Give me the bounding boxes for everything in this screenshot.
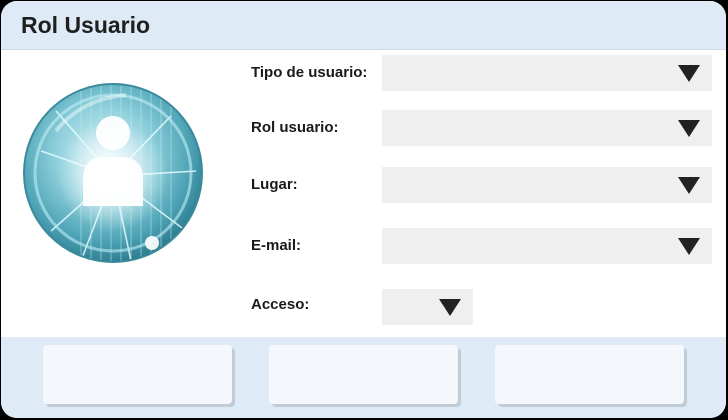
chevron-down-icon [439, 299, 461, 316]
title-bar: Rol Usuario [1, 1, 726, 50]
chevron-down-icon [678, 65, 700, 82]
footer-button-3[interactable] [495, 345, 684, 404]
footer-bar [1, 337, 726, 418]
chevron-down-icon [678, 238, 700, 255]
email-label: E-mail: [251, 237, 302, 254]
rol-usuario-label: Rol usuario: [251, 119, 339, 136]
lugar-select[interactable] [382, 167, 712, 203]
acceso-select[interactable] [382, 289, 473, 325]
tipo-usuario-select[interactable] [382, 55, 712, 91]
chevron-down-icon [678, 120, 700, 137]
tipo-usuario-label: Tipo de usuario: [251, 64, 368, 81]
email-select[interactable] [382, 228, 712, 264]
lugar-label: Lugar: [251, 176, 298, 193]
footer-button-2[interactable] [269, 345, 458, 404]
user-avatar-icon [23, 83, 203, 263]
chevron-down-icon [678, 177, 700, 194]
window-title: Rol Usuario [21, 12, 151, 38]
rol-usuario-window: Rol Usuario Tipo de usuario: Rol usuario… [1, 1, 726, 418]
footer-button-1[interactable] [43, 345, 232, 404]
acceso-label: Acceso: [251, 296, 310, 313]
rol-usuario-select[interactable] [382, 110, 712, 146]
